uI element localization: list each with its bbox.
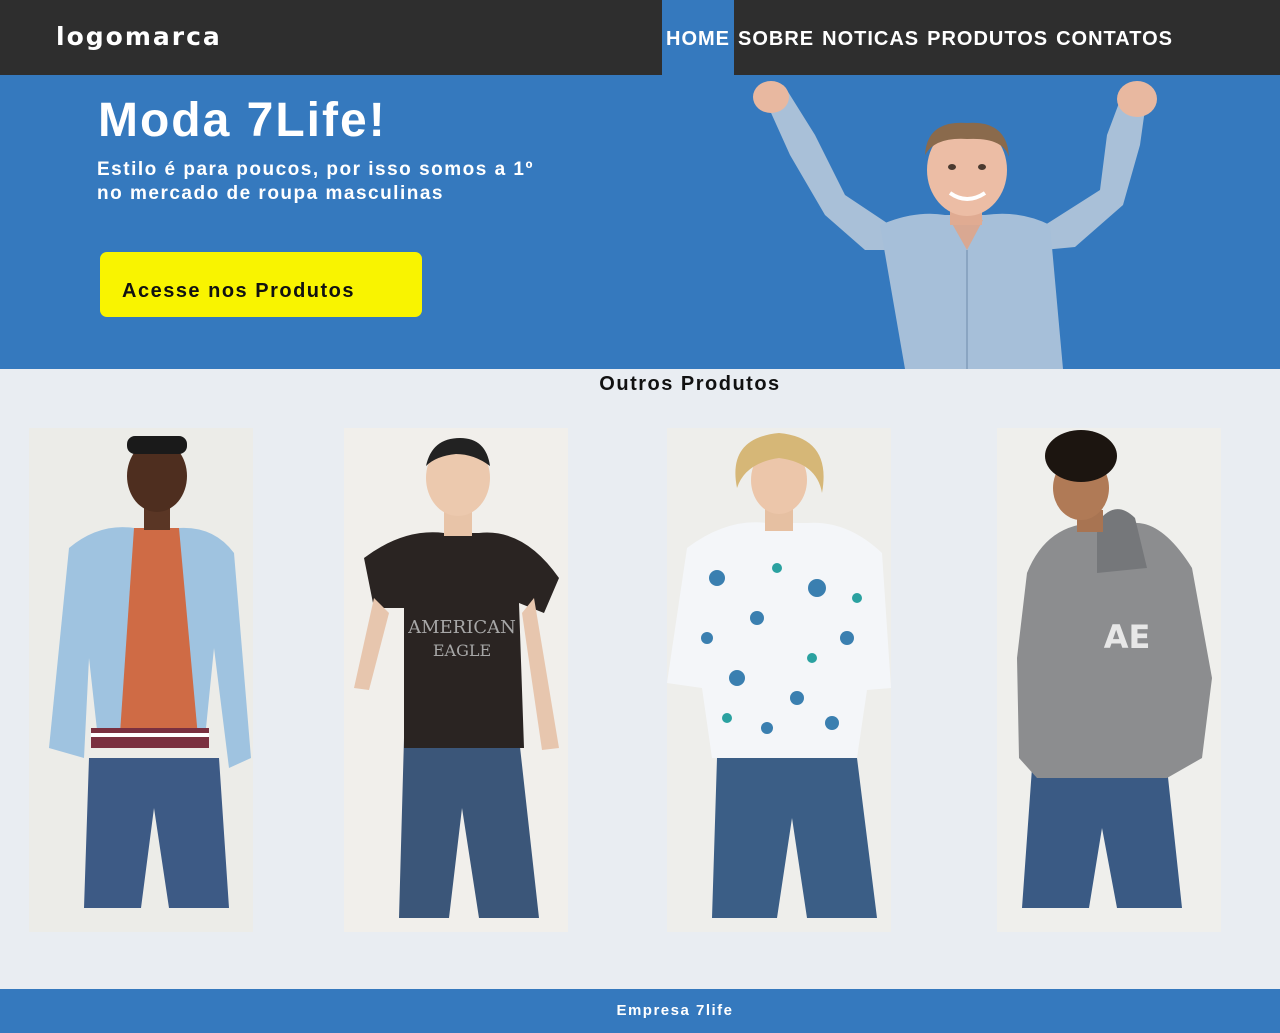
nav-produtos[interactable]: PRODUTOS [923, 0, 1052, 75]
site-footer: Empresa 7life [0, 989, 1280, 1033]
nav-sobre[interactable]: SOBRE [734, 0, 818, 75]
product-3-image [667, 428, 891, 932]
product-2-image: AMERICAN EAGLE [344, 428, 568, 932]
products-cta-label: Acesse nos Produtos [122, 280, 356, 302]
nav-noticas[interactable]: NOTICAS [818, 0, 923, 75]
product-card-1[interactable] [29, 428, 253, 932]
footer-text: Empresa 7life [616, 1002, 734, 1019]
svg-text:EAGLE: EAGLE [433, 641, 491, 660]
hero-banner: Moda 7Life! Estilo é para poucos, por is… [0, 75, 1280, 369]
product-card-2[interactable]: AMERICAN EAGLE [344, 428, 568, 932]
product-card-3[interactable] [667, 428, 891, 932]
svg-text:AE: AE [1104, 618, 1151, 656]
logo[interactable]: logomarca [56, 22, 222, 51]
hero-subtitle: Estilo é para poucos, por isso somos a 1… [97, 159, 534, 204]
svg-text:AMERICAN: AMERICAN [407, 617, 516, 638]
hero-man-image [753, 81, 1157, 369]
nav-home[interactable]: HOME [662, 0, 734, 75]
nav-contatos[interactable]: CONTATOS [1052, 0, 1177, 75]
product-4-image: AE [997, 428, 1221, 932]
hero-title: Moda 7Life! [98, 94, 387, 147]
site-header: logomarca HOME SOBRE NOTICAS PRODUTOS CO… [0, 0, 1280, 75]
section-title: Outros Produtos [599, 373, 781, 395]
products-cta-button[interactable]: Acesse nos Produtos [100, 252, 422, 317]
product-card-4[interactable]: AE [997, 428, 1221, 932]
product-1-image [29, 428, 253, 932]
main-nav: HOME SOBRE NOTICAS PRODUTOS CONTATOS [662, 0, 1177, 75]
